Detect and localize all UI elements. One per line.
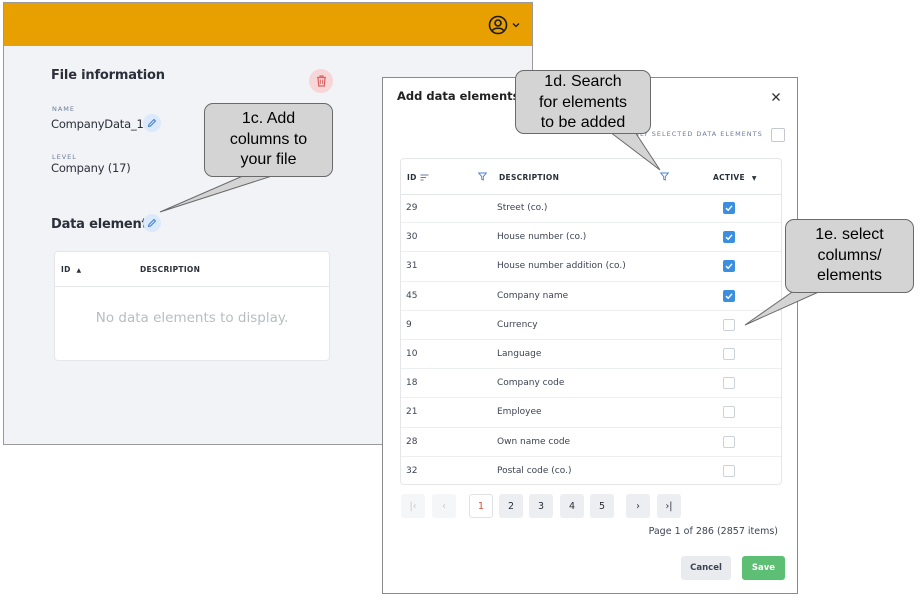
callout-1c: 1c. Add columns to your file: [204, 103, 333, 177]
callout-1d-line: to be added: [540, 114, 626, 131]
callout-1e-line: 1e. select: [815, 226, 884, 243]
callout-1d-line: 1d. Search: [544, 73, 622, 90]
callout-pointers: [159, 131, 824, 326]
callout-1c-line: 1c. Add: [241, 110, 296, 127]
callout-1d-line: for elements: [538, 93, 628, 111]
callout-1d-pointer: [608, 131, 661, 171]
callout-1e: 1e. select columns/ elements: [785, 219, 914, 293]
callout-1c-pointer: [159, 174, 276, 213]
callout-1e-line: columns/: [817, 246, 882, 264]
callout-1e-pointer: [744, 289, 824, 326]
callout-1d: 1d. Search for elements to be added: [515, 70, 651, 134]
callout-1c-line: your file: [240, 151, 297, 168]
callout-1c-line: columns to: [229, 130, 308, 148]
callout-1e-line: elements: [817, 267, 882, 284]
